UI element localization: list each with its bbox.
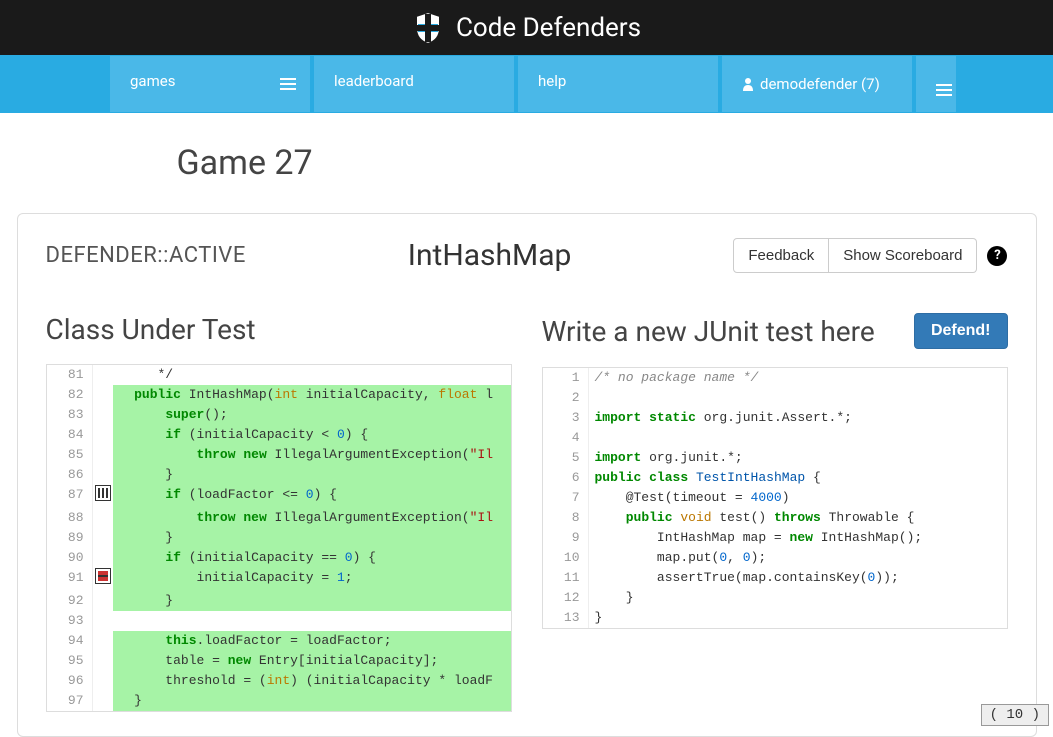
nav-help[interactable]: help <box>518 56 718 112</box>
topbar: Code Defenders <box>0 0 1053 55</box>
corner-badge: ( 10 ) <box>981 704 1049 726</box>
code-line[interactable]: 86 } <box>47 465 511 485</box>
code-line[interactable]: 88 throw new IllegalArgumentException("I… <box>47 508 511 528</box>
code-line[interactable]: 7 @Test(timeout = 4000) <box>543 488 1007 508</box>
help-icon[interactable]: ? <box>987 246 1007 266</box>
code-line[interactable]: 94 this.loadFactor = loadFactor; <box>47 631 511 651</box>
defend-button[interactable]: Defend! <box>914 313 1008 349</box>
code-line[interactable]: 11 assertTrue(map.containsKey(0)); <box>543 568 1007 588</box>
code-line[interactable]: 9 IntHashMap map = new IntHashMap(); <box>543 528 1007 548</box>
class-title: IntHashMap <box>408 238 572 273</box>
code-line[interactable]: 6public class TestIntHashMap { <box>543 468 1007 488</box>
shield-icon <box>412 10 444 46</box>
left-panel: Class Under Test 81 */82 public IntHashM… <box>46 313 512 712</box>
header-buttons: Feedback Show Scoreboard ? <box>733 238 1007 273</box>
code-line[interactable]: 13} <box>543 608 1007 628</box>
code-line[interactable]: 96 threshold = (int) (initialCapacity * … <box>47 671 511 691</box>
class-editor[interactable]: 81 */82 public IntHashMap(int initialCap… <box>46 364 512 712</box>
nav-user-label: demodefender (7) <box>760 75 880 93</box>
page-title: Game 27 <box>177 143 1037 183</box>
code-line[interactable]: 12 } <box>543 588 1007 608</box>
scoreboard-button[interactable]: Show Scoreboard <box>829 238 977 273</box>
code-line[interactable]: 10 map.put(0, 0); <box>543 548 1007 568</box>
nav-menu[interactable] <box>916 56 956 112</box>
code-line[interactable]: 89 } <box>47 528 511 548</box>
code-line[interactable]: 3import static org.junit.Assert.*; <box>543 408 1007 428</box>
flag-icon[interactable] <box>95 485 111 501</box>
code-line[interactable]: 81 */ <box>47 365 511 385</box>
nav-games-label: games <box>130 72 175 90</box>
code-line[interactable]: 85 throw new IllegalArgumentException("I… <box>47 445 511 465</box>
hamburger-icon <box>936 84 952 96</box>
nav-leaderboard[interactable]: leaderboard <box>314 56 514 112</box>
code-line[interactable]: 87 if (loadFactor <= 0) { <box>47 485 511 508</box>
code-line[interactable]: 93 <box>47 611 511 631</box>
nav-games[interactable]: games <box>110 56 310 112</box>
code-line[interactable]: 83 super(); <box>47 405 511 425</box>
nav-user[interactable]: demodefender (7) <box>722 56 912 112</box>
left-panel-title: Class Under Test <box>46 313 256 346</box>
nav-leaderboard-label: leaderboard <box>334 72 414 90</box>
status-label: DEFENDER::ACTIVE <box>46 243 246 268</box>
code-line[interactable]: 95 table = new Entry[initialCapacity]; <box>47 651 511 671</box>
mutant-icon[interactable] <box>95 568 111 584</box>
code-line[interactable]: 84 if (initialCapacity < 0) { <box>47 425 511 445</box>
code-line[interactable]: 90 if (initialCapacity == 0) { <box>47 548 511 568</box>
test-editor[interactable]: 1/* no package name */23import static or… <box>542 367 1008 629</box>
nav-help-label: help <box>538 72 566 90</box>
code-line[interactable]: 91 initialCapacity = 1; <box>47 568 511 591</box>
user-icon <box>742 77 754 91</box>
code-line[interactable]: 5import org.junit.*; <box>543 448 1007 468</box>
code-line[interactable]: 1/* no package name */ <box>543 368 1007 388</box>
right-panel-title: Write a new JUnit test here <box>542 315 875 348</box>
brand-text: Code Defenders <box>456 13 641 43</box>
code-line[interactable]: 4 <box>543 428 1007 448</box>
code-line[interactable]: 92 } <box>47 591 511 611</box>
code-line[interactable]: 82 public IntHashMap(int initialCapacity… <box>47 385 511 405</box>
game-card: DEFENDER::ACTIVE IntHashMap Feedback Sho… <box>17 213 1037 737</box>
right-panel: Write a new JUnit test here Defend! 1/* … <box>542 313 1008 712</box>
navbar: games leaderboard help demodefender (7) <box>0 55 1053 113</box>
code-line[interactable]: 2 <box>543 388 1007 408</box>
brand[interactable]: Code Defenders <box>412 10 641 46</box>
feedback-button[interactable]: Feedback <box>733 238 829 273</box>
code-line[interactable]: 8 public void test() throws Throwable { <box>543 508 1007 528</box>
code-line[interactable]: 97 } <box>47 691 511 711</box>
hamburger-icon <box>280 78 296 90</box>
